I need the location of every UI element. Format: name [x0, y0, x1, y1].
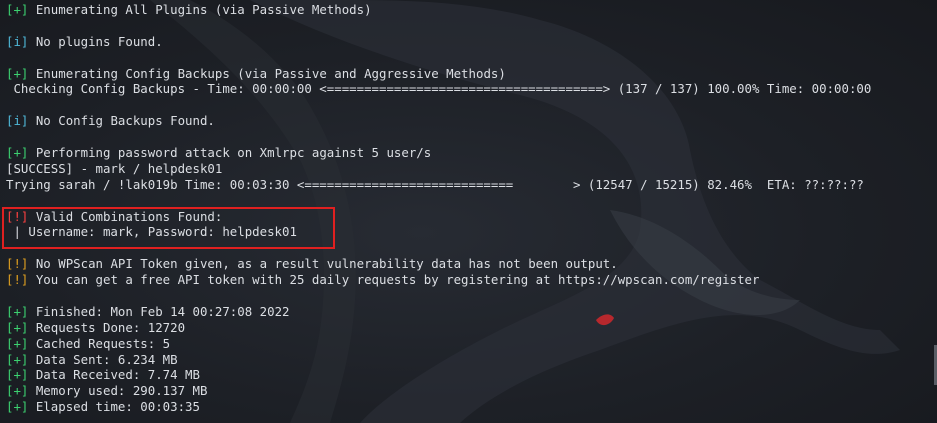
- output-line: | Username: mark, Password: helpdesk01: [6, 224, 937, 240]
- line-text: Finished: Mon Feb 14 00:27:08 2022: [28, 303, 290, 319]
- line-tag: [i]: [6, 113, 29, 129]
- line-text: No Config Backups Found.: [28, 113, 215, 129]
- output-line: [!] No WPScan API Token given, as a resu…: [6, 256, 937, 272]
- terminal-window[interactable]: [+] Enumerating All Plugins (via Passive…: [0, 0, 937, 423]
- line-text: Valid Combinations Found:: [28, 208, 223, 224]
- line-text: No WPScan API Token given, as a result v…: [28, 256, 618, 272]
- line-tag: [i]: [6, 33, 29, 49]
- output-line: [+] Cached Requests: 5: [6, 336, 937, 352]
- output-line: Checking Config Backups - Time: 00:00:00…: [6, 81, 937, 97]
- line-text: Data Received: 7.74 MB: [28, 367, 200, 383]
- line-tag: [+]: [6, 335, 29, 351]
- output-line: [+] Data Sent: 6.234 MB: [6, 352, 937, 368]
- line-text: Enumerating All Plugins (via Passive Met…: [28, 2, 372, 17]
- line-tag: [!]: [6, 256, 29, 272]
- output-line: [!] Valid Combinations Found:: [6, 209, 937, 225]
- output-line: [+] Memory used: 290.137 MB: [6, 383, 937, 399]
- line-text: Data Sent: 6.234 MB: [28, 351, 178, 367]
- line-tag: [+]: [6, 319, 29, 335]
- output-line: [+] Enumerating All Plugins (via Passive…: [6, 2, 937, 18]
- output-line: [i] No Config Backups Found.: [6, 113, 937, 129]
- output-line: [!] You can get a free API token with 25…: [6, 272, 937, 288]
- line-text: Enumerating Config Backups (via Passive …: [28, 65, 506, 81]
- line-text: Trying sarah / !lak019b Time: 00:03:30 <…: [6, 176, 864, 192]
- line-tag: [+]: [6, 367, 29, 383]
- output-line: Trying sarah / !lak019b Time: 00:03:30 <…: [6, 177, 937, 193]
- line-tag: [+]: [6, 383, 29, 399]
- output-line: [i] No plugins Found.: [6, 34, 937, 50]
- line-text: Cached Requests: 5: [28, 335, 171, 351]
- line-text: | Username: mark, Password: helpdesk01: [6, 224, 297, 240]
- line-text: [SUCCESS] - mark / helpdesk01: [6, 160, 223, 176]
- line-tag: [+]: [6, 65, 29, 81]
- line-tag: [!]: [6, 272, 29, 288]
- output-line: [+] Finished: Mon Feb 14 00:27:08 2022: [6, 304, 937, 320]
- line-tag: [+]: [6, 351, 29, 367]
- line-text: Memory used: 290.137 MB: [28, 383, 208, 399]
- line-tag: [+]: [6, 399, 29, 415]
- output-line: [+] Requests Done: 12720: [6, 320, 937, 336]
- output-line: [+] Performing password attack on Xmlrpc…: [6, 145, 937, 161]
- line-tag: [!]: [6, 208, 29, 224]
- output-line: [+] Enumerating Config Backups (via Pass…: [6, 66, 937, 82]
- output-line: [SUCCESS] - mark / helpdesk01: [6, 161, 937, 177]
- output-line: [+] Data Received: 7.74 MB: [6, 367, 937, 383]
- terminal-output: [+] Enumerating All Plugins (via Passive…: [6, 2, 937, 415]
- line-text: Elapsed time: 00:03:35: [28, 399, 200, 415]
- line-text: Performing password attack on Xmlrpc aga…: [28, 145, 432, 161]
- line-tag: [+]: [6, 303, 29, 319]
- line-tag: [+]: [6, 145, 29, 161]
- line-text: Checking Config Backups - Time: 00:00:00…: [6, 81, 872, 97]
- line-text: You can get a free API token with 25 dai…: [28, 272, 760, 288]
- output-line: [+] Elapsed time: 00:03:35: [6, 399, 937, 415]
- line-tag: [+]: [6, 2, 29, 17]
- line-text: No plugins Found.: [28, 33, 163, 49]
- line-text: Requests Done: 12720: [28, 319, 186, 335]
